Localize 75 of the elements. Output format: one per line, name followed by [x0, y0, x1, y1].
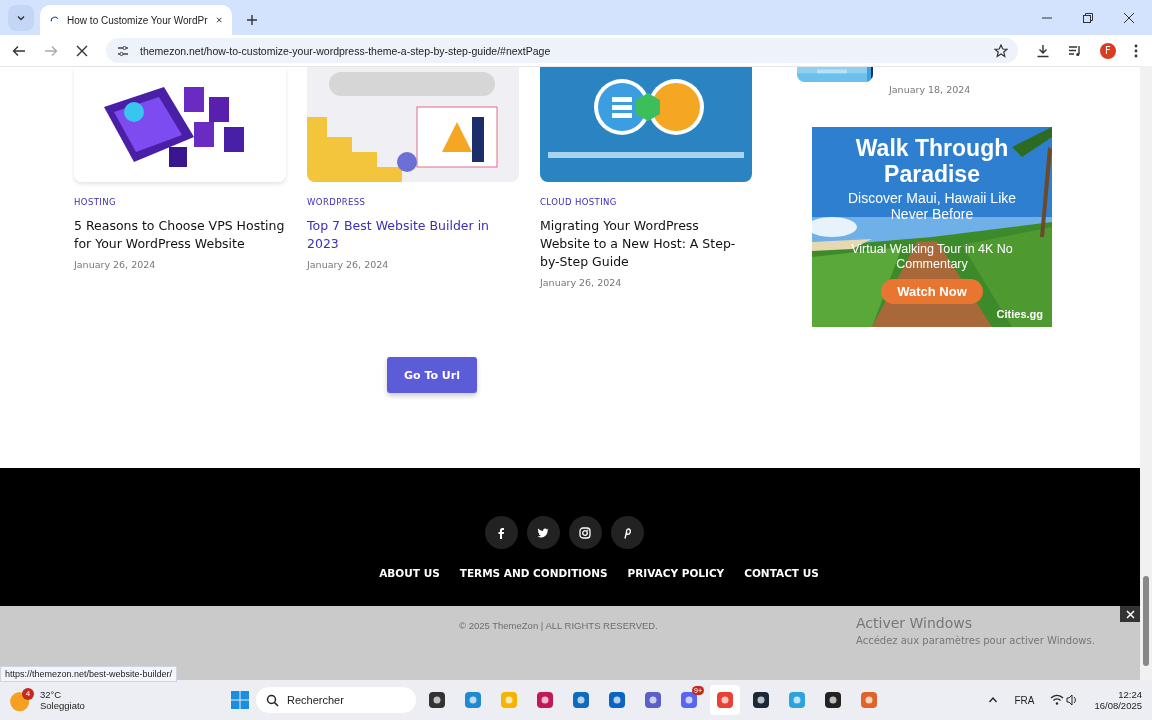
stop-icon[interactable] — [76, 44, 88, 57]
new-tab-icon[interactable] — [246, 14, 258, 26]
post-title[interactable]: Migrating Your WordPress Website to a New Host: A Step-by-Step Guide — [540, 217, 752, 271]
post-date: January 26, 2024 — [74, 259, 156, 270]
search-icon — [266, 693, 279, 707]
activation-title: Activer Windows — [856, 615, 973, 631]
instagram-icon — [579, 526, 591, 539]
footer-link[interactable]: ABOUT US — [379, 567, 440, 579]
instagram-button[interactable] — [568, 516, 602, 549]
back-icon[interactable] — [12, 43, 26, 58]
ad-tagline: Virtual Walking Tour in 4K No Commentary — [850, 242, 1014, 272]
browser-tab[interactable]: How to Customize Your WordPr — [40, 5, 232, 35]
app-icon — [859, 690, 879, 710]
copyright-text: © 2025 ThemeZon | ALL RIGHTS RESERVED. — [459, 620, 658, 633]
url-text: themezon.net/how-to-customize-your-wordpress-theme-a-step-by-step-guide/#nextPage — [140, 44, 551, 57]
ad-subline: Discover Maui, Hawaii Like Never Before — [846, 190, 1018, 222]
footer-link[interactable]: CONTACT US — [744, 567, 819, 579]
app-icon — [643, 690, 663, 710]
close-icon[interactable] — [1123, 12, 1135, 24]
app-icon — [535, 690, 555, 710]
scrollbar-thumb[interactable] — [1143, 576, 1149, 666]
app-icon — [787, 690, 807, 710]
close-overlay-button[interactable] — [1120, 606, 1140, 622]
restore-icon[interactable] — [1082, 12, 1094, 24]
status-url: https://themezon.net/best-website-builder/ — [0, 666, 178, 682]
weather-condition: Soleggiato — [40, 700, 85, 711]
app-icon — [571, 690, 591, 710]
footer-link[interactable]: TERMS AND CONDITIONS — [459, 567, 608, 579]
start-icon[interactable] — [230, 690, 250, 710]
star-icon[interactable] — [994, 43, 1008, 58]
clock-date[interactable]: 16/08/2025 — [1094, 700, 1142, 711]
menu-icon[interactable] — [1134, 43, 1138, 58]
ad-headline: Walk Through Paradise — [854, 135, 1010, 187]
post-title[interactable]: 5 Reasons to Choose VPS Hosting for Your WordPress Website — [74, 217, 286, 253]
app-icon — [715, 690, 735, 710]
network-volume-icon[interactable] — [1050, 693, 1079, 707]
close-icon[interactable] — [215, 15, 222, 25]
go-to-url-button[interactable]: Go To Url — [387, 357, 477, 393]
post-date: January 18, 2024 — [889, 84, 971, 95]
app-icon — [751, 690, 771, 710]
tab-title: How to Customize Your WordPr — [67, 14, 208, 26]
taskbar-search[interactable]: Rechercher — [256, 687, 416, 713]
bird-icon — [537, 526, 549, 539]
ad-brand: Cities.gg — [996, 308, 1043, 320]
app-icon — [607, 690, 627, 710]
notification-badge: 4 — [22, 687, 34, 700]
post-category[interactable]: HOSTING — [74, 197, 116, 207]
temperature: 32°C — [40, 689, 63, 700]
app-icon — [427, 690, 447, 710]
app-icon — [823, 690, 843, 710]
app-icon — [463, 690, 483, 710]
weather-icon[interactable]: 4 — [10, 687, 34, 713]
profile-avatar[interactable]: F — [1100, 42, 1116, 59]
facebook-button[interactable] — [484, 516, 518, 549]
pinterest-button[interactable] — [610, 516, 644, 549]
clock-time[interactable]: 12:24 — [1118, 689, 1142, 700]
site-settings-icon[interactable] — [116, 43, 130, 58]
chevron-up-icon[interactable] — [988, 695, 999, 705]
advertisement[interactable]: Walk Through Paradise Discover Maui, Hawaii Like Never Before Virtual Walking Tour in 4K No Commentary Watch Now Cities.gg — [812, 127, 1052, 327]
twitter-button[interactable] — [526, 516, 560, 549]
chevron-down-icon — [16, 13, 26, 23]
post-title[interactable]: Top 7 Best Website Builder in 2023 — [307, 217, 519, 253]
close-icon — [1125, 609, 1135, 619]
app-icon — [499, 690, 519, 710]
media-control-icon[interactable] — [1068, 43, 1082, 58]
post-category[interactable]: CLOUD HOSTING — [540, 197, 617, 207]
scrollbar[interactable] — [1140, 66, 1152, 680]
post-category[interactable]: WORDPRESS — [307, 197, 366, 207]
post-date: January 26, 2024 — [540, 277, 622, 288]
activation-message: Accédez aux paramètres pour activer Windows. — [856, 635, 1095, 646]
address-bar[interactable]: themezon.net/how-to-customize-your-wordpress-theme-a-step-by-step-guide/#nextPage — [106, 38, 1018, 63]
download-icon[interactable] — [1036, 43, 1050, 58]
post-date: January 26, 2024 — [307, 259, 389, 270]
language-indicator[interactable]: FRA — [1014, 694, 1035, 706]
footer-link[interactable]: PRIVACY POLICY — [627, 567, 725, 579]
